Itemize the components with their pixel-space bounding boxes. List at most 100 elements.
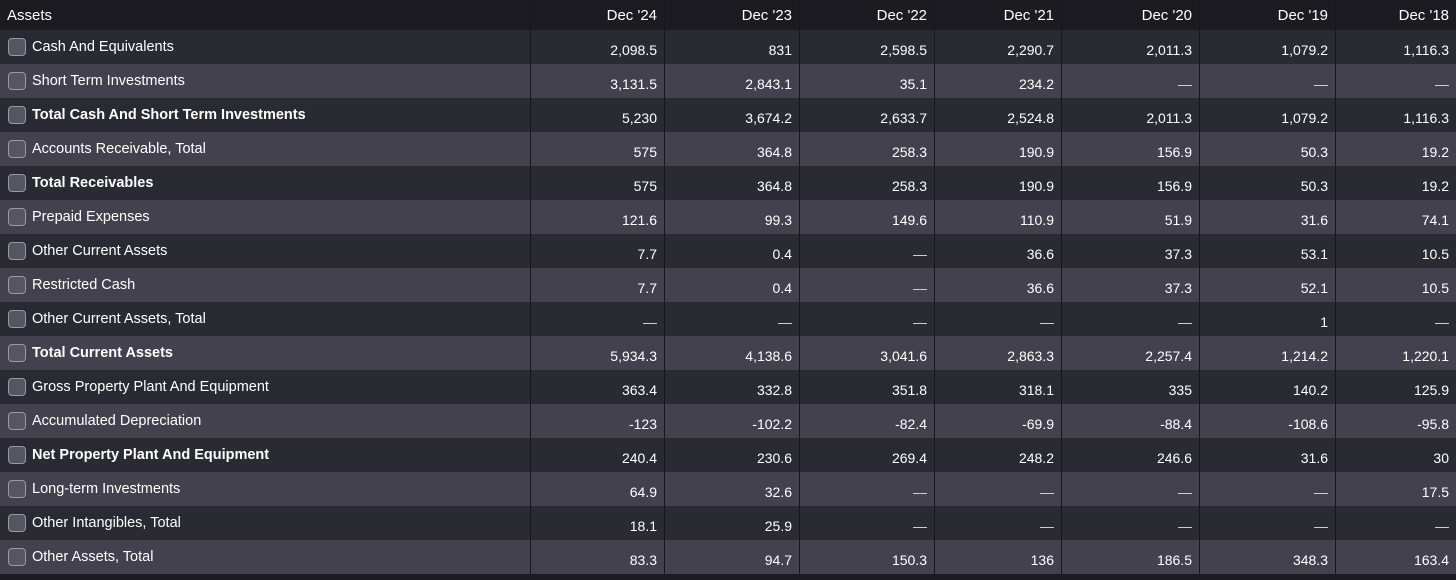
header-column[interactable]: Dec '23	[665, 0, 800, 30]
row-value: 2,257.4	[1062, 336, 1200, 370]
row-checkbox[interactable]	[8, 344, 26, 362]
row-value: 36.6	[935, 234, 1062, 268]
row-checkbox[interactable]	[8, 548, 26, 566]
row-label: Accounts Receivable, Total	[32, 141, 206, 157]
header-column[interactable]: Dec '20	[1062, 0, 1200, 30]
row-value: 575	[531, 166, 665, 200]
row-label-cell: Total Current Assets	[0, 336, 531, 370]
row-label-cell: Total Receivables	[0, 166, 531, 200]
row-value: 19.2	[1421, 144, 1449, 160]
header-column[interactable]: Dec '22	[800, 0, 935, 30]
row-value: 156.9	[1062, 132, 1200, 166]
table-row: Total Receivables 575 364.8 258.3 190.9 156.9…	[0, 166, 1456, 200]
row-checkbox[interactable]	[8, 140, 26, 158]
row-checkbox[interactable]	[8, 106, 26, 124]
row-value: 240.4	[531, 438, 665, 472]
row-value: 2,524.8	[935, 98, 1062, 132]
row-value: —	[1200, 472, 1336, 506]
row-value: 3,041.6	[800, 336, 935, 370]
row-checkbox[interactable]	[8, 174, 26, 192]
row-label-cell: Cash And Equivalents	[0, 30, 531, 64]
row-checkbox[interactable]	[8, 72, 26, 90]
row-value: 150.3	[800, 540, 935, 574]
row-value: -123	[531, 404, 665, 438]
row-value: —	[1062, 302, 1200, 336]
row-value: 163.4	[1413, 552, 1449, 568]
row-value: 32.6	[665, 472, 800, 506]
row-checkbox[interactable]	[8, 480, 26, 498]
table-row: Cash And Equivalents 2,098.5 831 2,598.5 2,2…	[0, 30, 1456, 64]
row-checkbox[interactable]	[8, 446, 26, 464]
row-value: 64.9	[531, 472, 665, 506]
table-row: Total Cash And Short Term Investments 5,2…	[0, 98, 1456, 132]
row-value: 50.3	[1200, 132, 1336, 166]
row-checkbox[interactable]	[8, 310, 26, 328]
row-value: 831	[665, 30, 800, 64]
row-value: —	[1062, 472, 1200, 506]
table-row: Short Term Investments 3,131.5 2,843.1 35.1…	[0, 64, 1456, 98]
row-value: —	[800, 302, 935, 336]
row-value: 7.7	[531, 234, 665, 268]
table-row: Other Assets, Total 83.3 94.7 150.3 136 186.5…	[0, 540, 1456, 574]
row-label: Accumulated Depreciation	[32, 413, 202, 429]
row-value: 246.6	[1062, 438, 1200, 472]
row-label: Other Assets, Total	[32, 549, 154, 565]
table-row: Restricted Cash 7.7 0.4—36.6 37.3 52.1 10.5	[0, 268, 1456, 302]
row-value: 94.7	[665, 540, 800, 574]
header-column[interactable]: Dec '18	[1336, 0, 1456, 30]
table-header-row: Assets Dec '24 Dec '23 Dec '22 Dec '21 D…	[0, 0, 1456, 30]
row-value: 2,011.3	[1062, 98, 1200, 132]
row-label: Other Intangibles, Total	[32, 515, 181, 531]
header-column[interactable]: Dec '21	[935, 0, 1062, 30]
row-value: —	[665, 302, 800, 336]
row-value: 186.5	[1062, 540, 1200, 574]
row-value: 110.9	[935, 200, 1062, 234]
financial-table: Assets Dec '24 Dec '23 Dec '22 Dec '21 D…	[0, 0, 1456, 580]
header-column[interactable]: Dec '24	[531, 0, 665, 30]
row-value: —	[935, 506, 1062, 540]
table-row: Accumulated Depreciation -123 -102.2 -82.4-…	[0, 404, 1456, 438]
table-row: Prepaid Expenses 121.6 99.3 149.6 110.9 51.9 3…	[0, 200, 1456, 234]
row-label-cell: Accounts Receivable, Total	[0, 132, 531, 166]
row-label: Restricted Cash	[32, 277, 136, 293]
row-value: —	[1435, 314, 1449, 330]
row-value: —	[1435, 518, 1449, 534]
row-checkbox[interactable]	[8, 38, 26, 56]
row-value: 140.2	[1200, 370, 1336, 404]
row-label-cell: Other Current Assets	[0, 234, 531, 268]
row-value: 2,598.5	[800, 30, 935, 64]
row-value: 36.6	[935, 268, 1062, 302]
row-value: 5,230	[531, 98, 665, 132]
row-label: Cash And Equivalents	[32, 39, 174, 55]
table-row: Other Current Assets 7.7 0.4—36.6 37.3 53.1 1…	[0, 234, 1456, 268]
table-row: Net Property Plant And Equipment 240.4 230…	[0, 438, 1456, 472]
row-checkbox[interactable]	[8, 378, 26, 396]
row-value: 31.6	[1200, 200, 1336, 234]
row-label-cell: Gross Property Plant And Equipment	[0, 370, 531, 404]
row-checkbox[interactable]	[8, 242, 26, 260]
row-label-cell: Long-term Investments	[0, 472, 531, 506]
row-label-cell: Other Assets, Total	[0, 540, 531, 574]
row-value: —	[1200, 64, 1336, 98]
row-value: 30	[1433, 450, 1449, 466]
header-column[interactable]: Dec '19	[1200, 0, 1336, 30]
row-value: —	[800, 506, 935, 540]
row-label-cell: Other Current Assets, Total	[0, 302, 531, 336]
row-value: 318.1	[935, 370, 1062, 404]
row-value: 18.1	[531, 506, 665, 540]
row-value: 1,116.3	[1403, 110, 1449, 126]
row-value: 125.9	[1413, 382, 1449, 398]
row-value: 2,863.3	[935, 336, 1062, 370]
row-checkbox[interactable]	[8, 208, 26, 226]
row-checkbox[interactable]	[8, 412, 26, 430]
row-checkbox[interactable]	[8, 276, 26, 294]
row-value: 0.4	[665, 234, 800, 268]
row-value: —	[800, 234, 935, 268]
row-value: —	[935, 472, 1062, 506]
row-value: 1,079.2	[1200, 98, 1336, 132]
table-body: Cash And Equivalents 2,098.5 831 2,598.5 2,2…	[0, 30, 1456, 574]
row-value: -69.9	[935, 404, 1062, 438]
row-label-cell: Net Property Plant And Equipment	[0, 438, 531, 472]
row-checkbox[interactable]	[8, 514, 26, 532]
row-value: -108.6	[1200, 404, 1336, 438]
